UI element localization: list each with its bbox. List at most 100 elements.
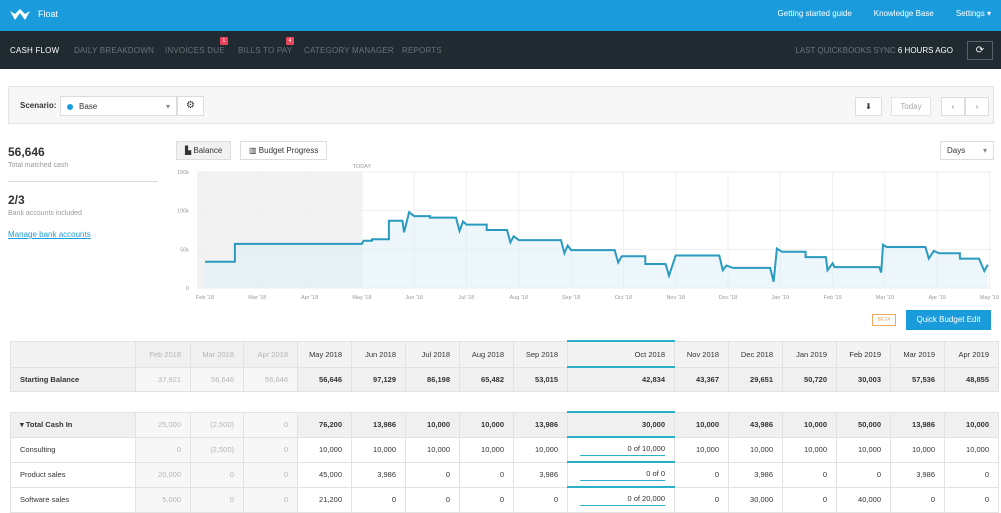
cell[interactable]: Feb 2019 [836,340,891,368]
cell[interactable]: 10,000 [351,436,406,463]
cell[interactable]: 10,000 [782,436,837,463]
cell[interactable]: Sep 2018 [513,340,568,368]
cell[interactable]: 0 [243,486,298,513]
cell[interactable]: 57,536 [890,366,945,392]
cell[interactable]: 0 [243,411,298,438]
cell[interactable]: 3,986 [728,461,783,488]
today-button[interactable]: Today [891,97,931,116]
cell[interactable]: Jun 2018 [351,340,406,368]
cell[interactable]: 0 [405,461,460,488]
cell[interactable]: Dec 2018 [728,340,783,368]
cell[interactable]: 10,000 [297,436,352,463]
period-select[interactable]: Days ▾ [940,141,994,160]
cell[interactable]: 10,000 [836,436,891,463]
cell[interactable]: Nov 2018 [674,340,729,368]
cell[interactable]: 50,720 [782,366,837,392]
cell[interactable]: 86,198 [405,366,460,392]
cell[interactable]: Feb 2018 [135,340,191,368]
cell[interactable]: (2,500) [190,436,244,463]
settings-menu[interactable]: Settings ▾ [956,9,991,18]
cell[interactable]: Mar 2018 [190,340,244,368]
cell[interactable]: 20,000 [135,461,191,488]
cell[interactable]: 13,986 [513,411,568,438]
cell[interactable]: 56,646 [243,366,298,392]
scenario-settings-button[interactable]: ⚙ [177,96,204,116]
cell[interactable]: 43,986 [728,411,783,438]
cell[interactable]: 10,000 [459,436,514,463]
cell[interactable]: 76,200 [297,411,352,438]
scenario-select[interactable]: Base ▾ [60,96,177,116]
balance-tab[interactable]: ▙ Balance [176,141,232,160]
cell[interactable]: 0 [243,436,298,463]
cell[interactable]: 37,921 [135,366,191,392]
cell[interactable]: 0 [944,461,999,488]
cell[interactable]: 0 [459,461,514,488]
cell[interactable]: 0 [459,486,514,513]
cell[interactable]: 43,367 [674,366,729,392]
cell[interactable]: 10,000 [513,436,568,463]
cell[interactable]: 0 [674,486,729,513]
cell[interactable]: 0 [890,486,945,513]
cell[interactable]: Jul 2018 [405,340,460,368]
cell[interactable]: 10,000 [728,436,783,463]
cell[interactable]: 25,000 [135,411,191,438]
cell[interactable]: 10,000 [405,411,460,438]
tab-category-manager[interactable]: CATEGORY MANAGER [304,46,394,55]
cell[interactable]: 21,200 [297,486,352,513]
cell[interactable]: 0 [135,436,191,463]
tab-daily-breakdown[interactable]: DAILY BREAKDOWN [74,46,154,55]
cell[interactable]: 10,000 [459,411,514,438]
cell[interactable]: 0 [782,486,837,513]
cell[interactable]: 0 [351,486,406,513]
cell[interactable]: 56,646 [190,366,244,392]
cell[interactable]: 3,986 [513,461,568,488]
cell[interactable]: 30,000 [567,411,675,438]
cell[interactable]: 0 [782,461,837,488]
cell[interactable]: May 2018 [297,340,352,368]
cell[interactable]: 50,000 [836,411,891,438]
budget-progress-cell[interactable]: 0 of 10,000 [567,436,675,463]
cell[interactable]: 40,000 [836,486,891,513]
cell[interactable]: 0 [243,461,298,488]
cell[interactable]: 10,000 [944,411,999,438]
cell[interactable]: Apr 2018 [243,340,298,368]
cell[interactable]: 48,855 [944,366,999,392]
knowledge-base-link[interactable]: Knowledge Base [874,9,934,18]
download-button[interactable]: ⬇ [855,97,882,116]
prev-button[interactable]: ‹ [941,97,965,116]
tab-cash-flow[interactable]: CASH FLOW [10,46,59,55]
cell[interactable]: 10,000 [944,436,999,463]
cell[interactable]: 10,000 [890,436,945,463]
cell[interactable]: 0 [674,461,729,488]
cell[interactable]: 10,000 [782,411,837,438]
cell[interactable]: 56,646 [297,366,352,392]
cell[interactable]: 10,000 [674,436,729,463]
cell[interactable]: 0 [944,486,999,513]
cell[interactable]: Mar 2019 [890,340,945,368]
tab-reports[interactable]: REPORTS [402,46,442,55]
budget-progress-cell[interactable]: 0 of 20,000 [567,486,675,513]
cell[interactable]: 97,129 [351,366,406,392]
cell[interactable]: 5,000 [135,486,191,513]
next-button[interactable]: › [965,97,989,116]
cell[interactable]: 3,986 [890,461,945,488]
cell[interactable]: Apr 2019 [944,340,999,368]
cell[interactable]: (2,500) [190,411,244,438]
refresh-button[interactable]: ⟳ [967,41,993,60]
cell[interactable]: Aug 2018 [459,340,514,368]
cell[interactable]: 0 [836,461,891,488]
cell[interactable]: 65,482 [459,366,514,392]
tab-bills-to-pay[interactable]: BILLS TO PAY 4 [238,37,294,55]
cell[interactable]: 13,986 [351,411,406,438]
quick-budget-edit-button[interactable]: Quick Budget Edit [906,310,991,330]
budget-progress-cell[interactable]: 0 of 0 [567,461,675,488]
cell[interactable]: 13,986 [890,411,945,438]
cell[interactable]: 0 [513,486,568,513]
cell[interactable]: 10,000 [405,436,460,463]
cell[interactable]: 10,000 [674,411,729,438]
cell[interactable]: Jan 2019 [782,340,837,368]
cell[interactable]: 0 [190,486,244,513]
cell[interactable]: 42,834 [567,366,675,392]
tab-invoices-due[interactable]: INVOICES DUE 1 [165,37,228,55]
cell[interactable]: 29,651 [728,366,783,392]
